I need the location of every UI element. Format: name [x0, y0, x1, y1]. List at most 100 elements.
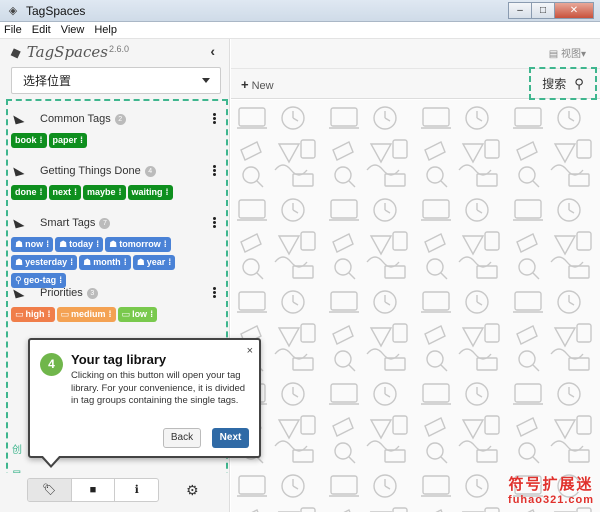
tags-icon: ◣: [12, 162, 25, 178]
tag-group-priorities: ◣ Priorities 3 ▭ high ⁞ ▭ medium ⁞ ▭ low ⁞: [8, 283, 226, 322]
maximize-button[interactable]: □: [531, 2, 555, 19]
tag-logo-icon: ◆: [7, 42, 24, 61]
person-icon: ☗: [15, 239, 24, 249]
back-button[interactable]: Back: [163, 428, 201, 448]
tag-count-badge: 7: [99, 218, 111, 229]
tag-group-title: Getting Things Done 4: [40, 165, 156, 177]
main-top-bar: ▤ 视图▾: [231, 39, 600, 69]
tag-count-badge: 4: [144, 166, 156, 177]
keyboard-icon: ▭: [121, 309, 131, 319]
location-select-label: 选择位置: [23, 74, 72, 88]
tag-group-title: Smart Tags 7: [40, 217, 111, 229]
menu-edit[interactable]: Edit: [32, 24, 51, 36]
tag-group-gtd: ◣ Getting Things Done 4 done ⁞ next ⁞ maybe…: [8, 161, 226, 200]
popover-body: Clicking on this button will open your t…: [71, 370, 246, 406]
app-icon: ◈: [8, 4, 18, 17]
search-icon: ⚲: [574, 75, 584, 91]
menu-bar: File Edit View Help: [0, 22, 600, 39]
tag-tomorrow[interactable]: ☗ tomorrow ⁞: [105, 237, 171, 252]
tag-year[interactable]: ☗ year ⁞: [132, 255, 176, 270]
person-icon: ☗: [59, 239, 68, 249]
grid-icon: ▤: [548, 49, 561, 60]
logo-text: TagSpaces: [26, 43, 108, 61]
tags-icon: ◣: [12, 110, 25, 126]
tag-yesterday[interactable]: ☗ yesterday ⁞: [11, 255, 78, 270]
menu-help[interactable]: Help: [94, 24, 117, 36]
person-icon: ☗: [15, 257, 24, 267]
logo-version: 2.6.0: [108, 44, 129, 54]
tag-list: ▭ high ⁞ ▭ medium ⁞ ▭ low ⁞: [11, 307, 225, 325]
popover-title: Your tag library: [71, 352, 167, 367]
tag-paper[interactable]: paper ⁞: [48, 133, 88, 148]
tag-group-title: Priorities 3: [40, 287, 98, 299]
tag-now[interactable]: ☗ now ⁞: [11, 237, 54, 252]
tag-maybe[interactable]: maybe ⁞: [83, 185, 126, 200]
keyboard-icon: ▭: [60, 309, 70, 319]
person-icon: ☗: [83, 257, 92, 267]
folder-icon[interactable]: ■: [72, 479, 116, 501]
tag-list: done ⁞ next ⁞ maybe ⁞ waiting ⁞: [11, 185, 225, 203]
tour-popover: 4 Your tag library × Clicking on this bu…: [28, 338, 261, 468]
tag-high[interactable]: ▭ high ⁞: [11, 307, 55, 322]
watermark-line1: 符号扩展迷: [508, 476, 594, 493]
tag-count-badge: 2: [114, 114, 126, 125]
window-title: TagSpaces: [26, 3, 86, 18]
location-select[interactable]: 选择位置: [11, 67, 221, 94]
search-label: 搜索: [542, 77, 567, 91]
menu-view[interactable]: View: [61, 24, 85, 36]
main-area: ▤ 视图▾ + New 搜索 ⚲: [231, 39, 600, 512]
person-icon: ☗: [136, 257, 145, 267]
tag-done[interactable]: done ⁞: [11, 185, 47, 200]
view-toggle-button[interactable]: ▤ 视图▾: [549, 45, 586, 60]
tag-list: book ⁞ paper ⁞: [11, 133, 225, 151]
new-button[interactable]: + New: [241, 77, 274, 92]
tag-month[interactable]: ☗ month ⁞: [79, 255, 131, 270]
tag-low[interactable]: ▭ low ⁞: [117, 307, 158, 322]
doodle-pattern: [231, 100, 600, 512]
tag-book[interactable]: book ⁞: [11, 133, 47, 148]
group-menu-icon[interactable]: [212, 216, 216, 228]
group-menu-icon[interactable]: [212, 286, 216, 298]
watermark: 符号扩展迷 fuhao321.com: [508, 473, 594, 506]
plus-icon: +: [241, 77, 249, 92]
search-button[interactable]: 搜索 ⚲: [529, 67, 597, 100]
group-menu-icon[interactable]: [212, 164, 216, 176]
keyboard-icon: ▭: [15, 309, 24, 319]
title-bar: ◈ TagSpaces – □ ✕: [0, 0, 600, 22]
tags-icon: ◣: [12, 284, 25, 300]
menu-file[interactable]: File: [4, 24, 22, 36]
next-button[interactable]: Next: [212, 428, 249, 448]
tag-library-tab[interactable]: 🏷: [28, 479, 72, 501]
person-icon: ☗: [109, 239, 118, 249]
tag-group-common: ◣ Common Tags 2 book ⁞ paper ⁞: [8, 109, 226, 148]
collapse-sidebar-button[interactable]: ‹: [210, 43, 215, 59]
welcome-background: [231, 100, 600, 512]
tag-next[interactable]: next ⁞: [48, 185, 82, 200]
tag-today[interactable]: ☗ today ⁞: [55, 237, 104, 252]
logo: ◆ TagSpaces 2.6.0 ‹: [0, 39, 229, 65]
tag-group-header[interactable]: ◣ Common Tags 2: [8, 109, 226, 129]
close-icon[interactable]: ×: [247, 345, 253, 357]
close-button[interactable]: ✕: [554, 2, 594, 19]
partial-text: 创: [12, 445, 22, 456]
tag-group-smart: ◣ Smart Tags 7 ☗ now ⁞ ☗ today ⁞ ☗ tomorrow ⁞ ☗…: [8, 213, 226, 288]
group-menu-icon[interactable]: [212, 112, 216, 124]
sidebar-bottom-bar: 🏷 ■ ℹ ⚙: [0, 473, 229, 512]
tag-medium[interactable]: ▭ medium ⁞: [56, 307, 116, 322]
step-badge: 4: [40, 353, 63, 376]
watermark-line2: fuhao321.com: [508, 494, 594, 506]
tag-waiting[interactable]: waiting ⁞: [127, 185, 173, 200]
tag-group-header[interactable]: ◣ Smart Tags 7: [8, 213, 226, 233]
minimize-button[interactable]: –: [508, 2, 532, 19]
main-toolbar: + New 搜索 ⚲: [231, 67, 600, 100]
tag-group-header[interactable]: ◣ Getting Things Done 4: [8, 161, 226, 181]
sidebar-tabs: 🏷 ■ ℹ: [27, 478, 159, 502]
tag-group-header[interactable]: ◣ Priorities 3: [8, 283, 226, 303]
settings-gear-icon[interactable]: ⚙: [186, 482, 199, 499]
chevron-down-icon: [202, 78, 210, 83]
chevron-down-icon: ▾: [580, 49, 586, 60]
tags-icon: ◣: [12, 214, 25, 230]
window-controls: – □ ✕: [508, 2, 594, 19]
tag-group-title: Common Tags 2: [40, 113, 126, 125]
info-icon[interactable]: ℹ: [115, 479, 158, 501]
